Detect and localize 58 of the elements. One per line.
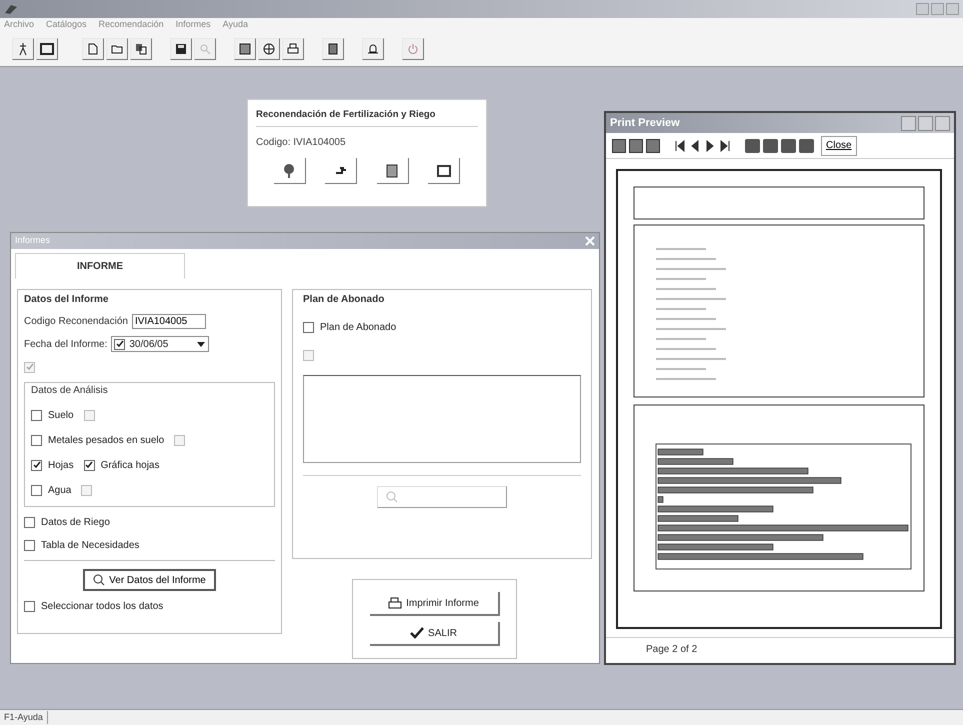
folder-icon[interactable] [106,38,128,60]
window-icon[interactable] [36,38,58,60]
app-icon [4,3,18,15]
close-button[interactable]: Close [821,136,857,156]
magnifier-icon [93,574,106,586]
next-icon[interactable] [704,140,716,152]
magnifier-icon [386,491,398,503]
group-title: Datos del Informe [24,293,110,307]
checkbox-label: Suelo [48,408,74,422]
group-title: Plan de Abonado [303,293,386,307]
text-area[interactable] [303,375,581,463]
walker-icon[interactable] [12,38,34,60]
bell-icon[interactable] [362,38,384,60]
checkbox-label: Tabla de Necesidades [41,538,140,552]
first-page-icon[interactable] [674,140,686,152]
checkbox-label: Hojas [48,458,74,472]
window-title: Informes [15,234,50,248]
checkbox[interactable] [31,410,42,420]
exit-button[interactable]: SALIR [370,622,500,646]
last-page-icon[interactable] [719,140,731,152]
new-file-icon[interactable] [82,38,104,60]
checkbox[interactable] [24,516,35,528]
checkbox-label: Metales pesados en suelo [48,434,164,448]
tab[interactable]: INFORME [15,253,185,279]
checkbox[interactable] [24,540,35,550]
checkbox-label: Plan de Abonado [320,320,396,334]
check-icon [410,627,424,639]
checkbox[interactable] [31,434,42,446]
panel-title: Reconendación de Fertilización y Riego [256,108,478,128]
table-icon[interactable] [428,158,460,184]
checkbox[interactable] [114,338,126,350]
checkbox-label: Datos de Riego [41,516,110,530]
field-label: Codigo Reconendación [24,315,128,329]
checkbox[interactable] [31,484,42,496]
checkbox-label: Agua [48,484,72,498]
checkbox[interactable] [24,600,35,612]
power-icon[interactable] [402,38,424,60]
group-title: Datos de Análisis [31,384,109,398]
status-bar-text: F1-Ayuda [0,710,48,724]
search-icon[interactable] [194,38,216,60]
code-label: Codigo: IVIA104005 [256,136,347,150]
globe-icon[interactable] [258,38,280,60]
copy-icon[interactable] [130,38,152,60]
code-field[interactable]: IVIA104005 [132,314,206,329]
page-status: Page 2 of 2 [606,637,954,663]
checkbox[interactable] [31,460,42,470]
date-picker[interactable]: 30/06/05 [111,336,210,352]
window-title: Print Preview [610,116,680,131]
checkbox-label: Seleccionar todos los datos [41,600,164,614]
previous-icon[interactable] [689,140,701,152]
checkbox[interactable] [303,322,314,332]
tree-icon[interactable] [274,158,306,184]
field-label: Fecha del Informe: [24,338,108,352]
view-data-button[interactable]: Ver Datos del Informe [83,569,216,591]
checkbox-label: Gráfica hojas [100,458,160,472]
dropdown-arrow-icon[interactable] [196,339,206,349]
print-report-button[interactable]: Imprimir Informe [370,592,500,616]
checkbox[interactable] [84,460,95,470]
